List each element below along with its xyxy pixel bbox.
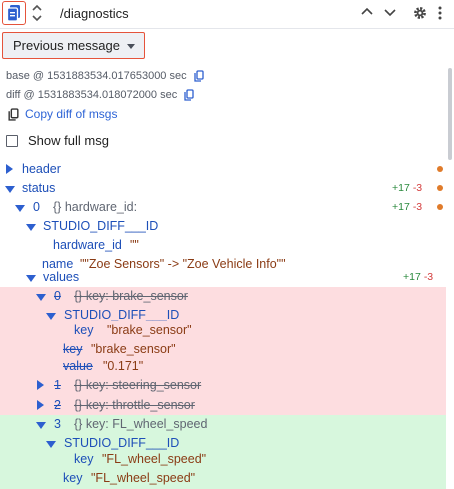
collapse-icon[interactable] [36, 422, 46, 429]
tree-row-status-0[interactable]: 0 {} hardware_id: +17 -3 [0, 198, 446, 218]
caret-down-icon [127, 44, 135, 49]
collapse-icon[interactable] [46, 441, 56, 448]
diff-method-label: Previous message [13, 38, 120, 53]
change-dot [437, 204, 443, 210]
tree-row-values-0-removed[interactable]: 0 {} key: brake_sensor [0, 287, 446, 307]
tree-row-header[interactable]: header [0, 160, 446, 180]
change-dot [437, 185, 443, 191]
tree-row-values-3-added[interactable]: 3 {} key: FL_wheel_speed [0, 415, 446, 435]
tree-row-values-2-removed[interactable]: 2 {} key: throttle_sensor [0, 396, 446, 416]
diff-count-badge: +17 -3 [388, 182, 427, 194]
tree-row-removed-value: value "0.171" [0, 357, 446, 377]
collapse-icon[interactable] [15, 205, 25, 212]
copy-icon [8, 107, 19, 121]
expand-icon[interactable] [37, 400, 44, 410]
diff-method-dropdown[interactable]: Previous message [2, 32, 145, 59]
tree-row-hardware-id: hardware_id "" [53, 238, 139, 252]
change-dot [437, 166, 443, 172]
diff-count-badge: +17 -3 [388, 201, 427, 213]
chevron-up-icon[interactable] [360, 5, 374, 19]
show-full-checkbox[interactable] [6, 134, 18, 147]
diff-timestamp: diff @ 1531883534.018072000 sec [6, 89, 194, 101]
expand-icon[interactable] [6, 164, 13, 174]
topic-path[interactable]: /diagnostics [60, 6, 129, 21]
collapse-icon[interactable] [5, 186, 15, 193]
tree-row-added-sub-key: key "FL_wheel_speed" [0, 450, 446, 470]
panel-toolbar: /diagnostics [0, 0, 454, 28]
collapse-icon[interactable] [46, 313, 56, 320]
collapse-icon[interactable] [26, 275, 36, 282]
expand-icon[interactable] [37, 380, 44, 390]
more-options-icon[interactable] [435, 5, 445, 21]
gear-icon[interactable] [412, 5, 428, 21]
collapse-icon[interactable] [26, 224, 36, 231]
tree-row-values-1-removed[interactable]: 1 {} key: steering_sensor [0, 376, 446, 396]
chevron-down-icon[interactable] [383, 5, 397, 19]
up-down-icon[interactable] [31, 3, 43, 23]
toolbar-divider [0, 28, 454, 29]
copy-diff-link[interactable]: Copy diff of msgs [8, 107, 117, 121]
tree-row-removed-sub-key: key "brake_sensor" [0, 321, 446, 341]
copy-icon[interactable] [184, 89, 194, 101]
tree-row-status[interactable]: status +17 -3 [0, 179, 446, 199]
diff-document-button[interactable] [2, 1, 26, 25]
tree-row-added-key: key "FL_wheel_speed" [0, 469, 446, 489]
tree-row-studio-diff-id[interactable]: STUDIO_DIFF___ID [0, 217, 446, 237]
show-full-msg-toggle[interactable]: Show full msg [6, 133, 109, 148]
scrollbar[interactable] [448, 68, 452, 160]
base-timestamp: base @ 1531883534.017653000 sec [6, 70, 204, 82]
collapse-icon[interactable] [36, 294, 46, 301]
tree-row-values[interactable]: values +17 -3 [0, 268, 446, 288]
copy-icon[interactable] [194, 70, 204, 82]
document-icon [6, 5, 20, 22]
diff-count-badge: +17 -3 [399, 271, 438, 283]
